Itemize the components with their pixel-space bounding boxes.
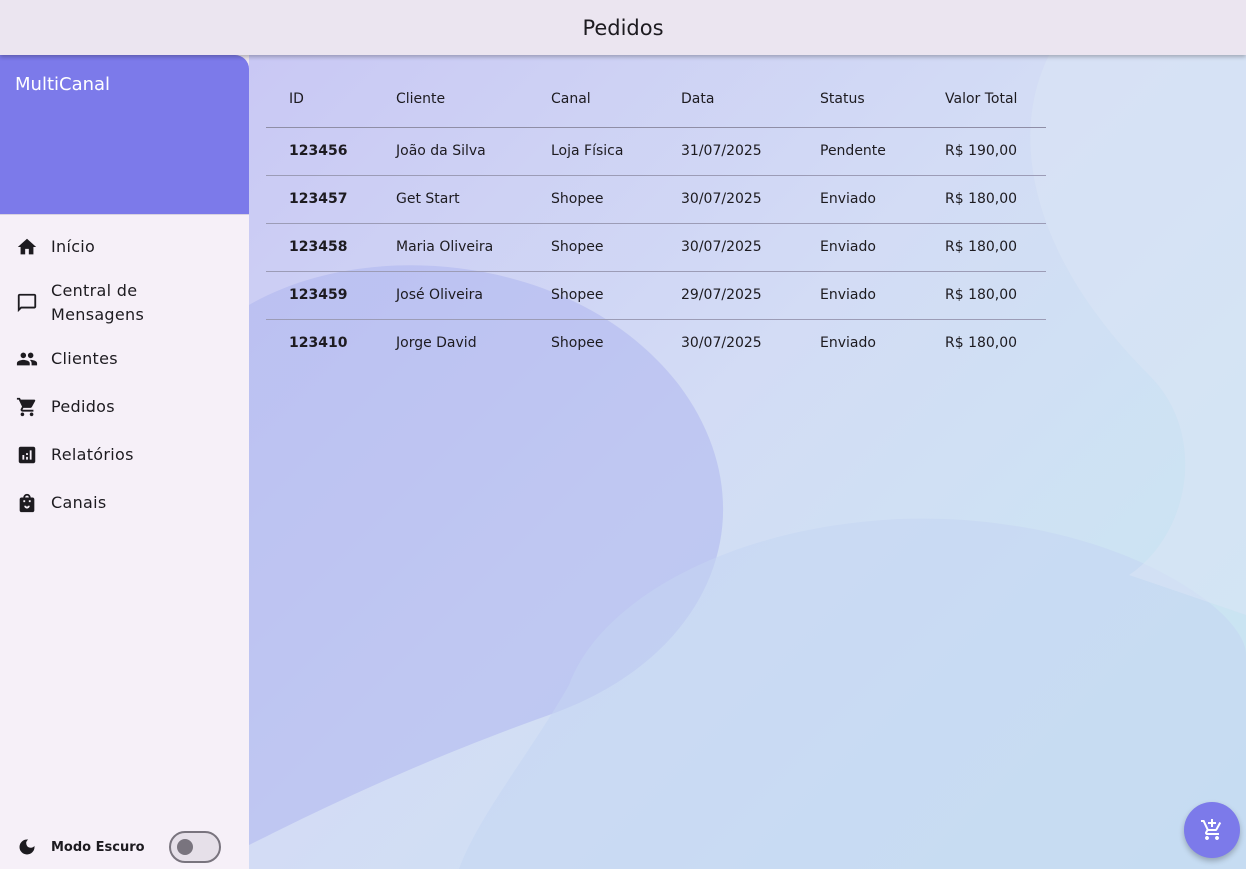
message-icon xyxy=(15,291,39,315)
cell-valor-total: R$ 180,00 xyxy=(922,175,1046,224)
cell-cliente: Get Start xyxy=(373,175,528,224)
cell-data: 29/07/2025 xyxy=(658,271,797,320)
nav-item-clientes[interactable]: Clientes xyxy=(0,335,249,383)
table-row[interactable]: 123456 João da Silva Loja Física 31/07/2… xyxy=(266,127,1046,176)
cell-id: 123459 xyxy=(266,271,373,320)
home-icon xyxy=(15,235,39,259)
nav-item-canais[interactable]: Canais xyxy=(0,479,249,527)
main-content: ID Cliente Canal Data Status Valor Total… xyxy=(249,55,1246,869)
cell-cliente: José Oliveira xyxy=(373,271,528,320)
cell-id: 123458 xyxy=(266,223,373,272)
cell-data: 30/07/2025 xyxy=(658,223,797,272)
nav-label: Canais xyxy=(51,493,107,512)
dark-mode-row: Modo Escuro xyxy=(0,825,249,869)
column-header-canal: Canal xyxy=(528,71,658,128)
nav-label: Clientes xyxy=(51,349,118,368)
orders-table: ID Cliente Canal Data Status Valor Total… xyxy=(266,71,1046,367)
table-row[interactable]: 123459 José Oliveira Shopee 29/07/2025 E… xyxy=(266,271,1046,320)
shopping-bag-icon xyxy=(15,491,39,515)
cell-id: 123410 xyxy=(289,335,348,352)
shopping-cart-icon xyxy=(15,395,39,419)
nav-item-pedidos[interactable]: Pedidos xyxy=(0,383,249,431)
nav-item-central-de-mensagens[interactable]: Central de Mensagens xyxy=(0,271,249,335)
cell-status: Enviado xyxy=(797,175,922,224)
column-header-id: ID xyxy=(266,71,373,128)
cell-valor-total: R$ 180,00 xyxy=(922,223,1046,272)
cell-id: 123456 xyxy=(266,127,373,176)
toggle-thumb xyxy=(177,839,193,855)
cell-valor-total: R$ 190,00 xyxy=(922,127,1046,176)
dark-mode-toggle[interactable] xyxy=(169,831,221,863)
cell-id: 123457 xyxy=(266,175,373,224)
table-row[interactable]: 123457 Get Start Shopee 30/07/2025 Envia… xyxy=(266,175,1046,224)
nav-label: Relatórios xyxy=(51,445,134,464)
cell-canal: Shopee xyxy=(551,335,604,352)
column-header-data: Data xyxy=(658,71,797,128)
nav-label: Pedidos xyxy=(51,397,115,416)
dark-mode-label: Modo Escuro xyxy=(51,839,145,855)
nav-list: Início Central de Mensagens Clientes Ped… xyxy=(0,215,249,527)
drawer-header: MultiCanal xyxy=(0,55,249,215)
cell-data: 30/07/2025 xyxy=(658,175,797,224)
cell-status: Enviado xyxy=(797,223,922,272)
bar-chart-icon xyxy=(15,443,39,467)
cell-valor-total: R$ 180,00 xyxy=(922,271,1046,320)
column-header-status: Status xyxy=(797,71,922,128)
cell-cliente: Jorge David xyxy=(396,335,477,352)
cell-status: Enviado xyxy=(820,335,876,352)
cell-cliente: Maria Oliveira xyxy=(373,223,528,272)
cell-data: 31/07/2025 xyxy=(658,127,797,176)
nav-label: Início xyxy=(51,237,96,256)
cell-status: Enviado xyxy=(797,271,922,320)
table-row[interactable]: 123410 Jorge David Shopee 30/07/2025 Env… xyxy=(266,319,1046,367)
cell-canal: Shopee xyxy=(528,271,658,320)
cell-canal: Shopee xyxy=(528,175,658,224)
add-order-button[interactable] xyxy=(1184,802,1240,858)
cell-data: 30/07/2025 xyxy=(681,335,762,352)
people-icon xyxy=(15,347,39,371)
add-shopping-cart-icon xyxy=(1200,818,1224,842)
cell-valor-total: R$ 180,00 xyxy=(945,335,1018,352)
cell-canal: Loja Física xyxy=(528,127,658,176)
nav-item-relatorios[interactable]: Relatórios xyxy=(0,431,249,479)
table-row[interactable]: 123458 Maria Oliveira Shopee 30/07/2025 … xyxy=(266,223,1046,272)
page-title: Pedidos xyxy=(582,15,664,40)
column-header-cliente: Cliente xyxy=(373,71,528,128)
column-header-valor-total: Valor Total xyxy=(922,71,1046,128)
cell-status: Pendente xyxy=(797,127,922,176)
table-header-row: ID Cliente Canal Data Status Valor Total xyxy=(266,71,1046,128)
nav-label: Central de Mensagens xyxy=(51,281,145,324)
cell-canal: Shopee xyxy=(528,223,658,272)
nav-item-inicio[interactable]: Início xyxy=(0,223,249,271)
app-bar: Pedidos xyxy=(0,0,1246,55)
cell-cliente: João da Silva xyxy=(373,127,528,176)
brand-name: MultiCanal xyxy=(15,74,111,95)
moon-icon xyxy=(15,835,39,859)
navigation-drawer: MultiCanal Início Central de Mensagens C… xyxy=(0,55,249,869)
